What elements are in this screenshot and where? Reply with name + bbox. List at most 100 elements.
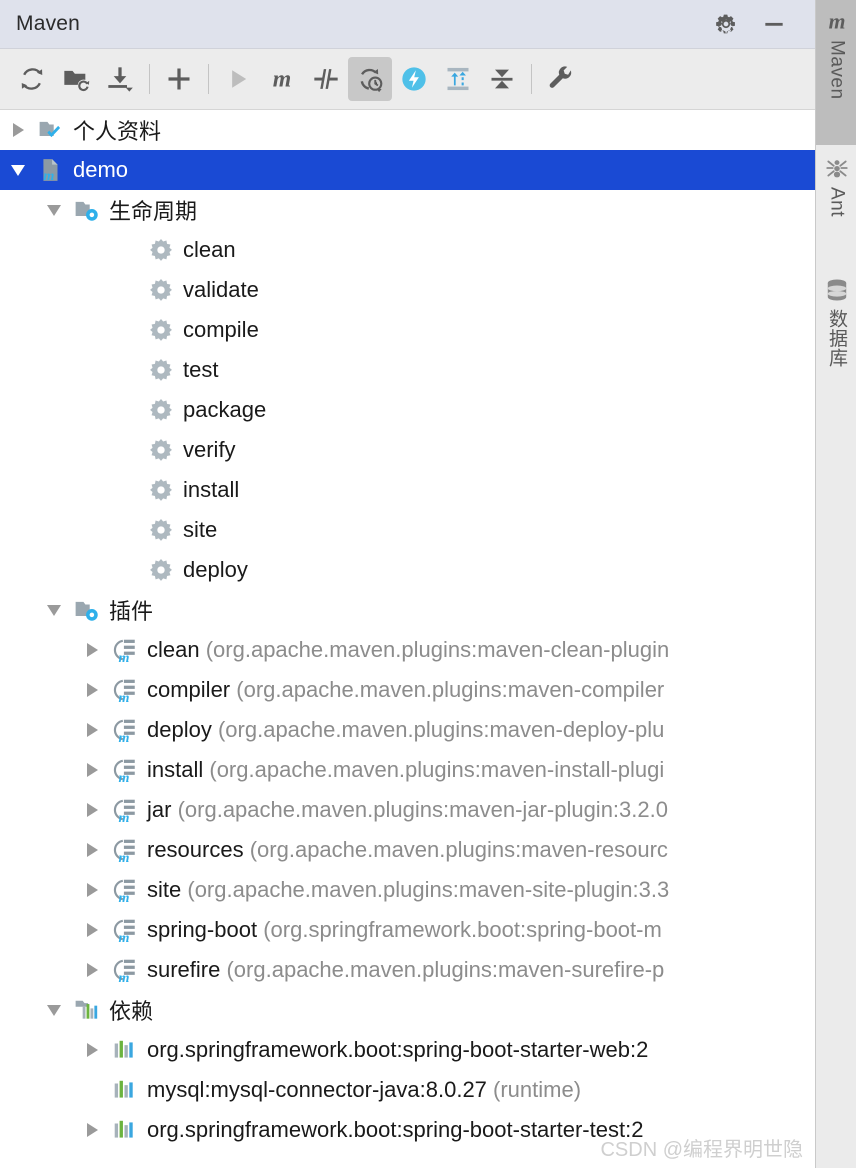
add-maven-project-button[interactable] (157, 57, 201, 101)
tree-node-lifecycle-goal[interactable]: verify (0, 430, 815, 470)
svg-text:m: m (118, 850, 129, 863)
dependency-list: org.springframework.boot:spring-boot-sta… (0, 1030, 815, 1150)
tree-node-label: compile (183, 317, 259, 342)
tree-node-lifecycle-goal[interactable]: site (0, 510, 815, 550)
gear-icon[interactable] (713, 11, 739, 37)
gear-icon (148, 397, 174, 423)
gear-icon (148, 557, 174, 583)
tree-node-lifecycle-goal[interactable]: validate (0, 270, 815, 310)
tree-node-plugin[interactable]: m surefire (org.apache.maven.plugins:mave… (0, 950, 815, 990)
tree-node-lifecycle-goal[interactable]: clean (0, 230, 815, 270)
tree-node-dependency[interactable]: mysql:mysql-connector-java:8.0.27 (runti… (0, 1070, 815, 1110)
tree-node-label: install (org.apache.maven.plugins:maven-… (147, 757, 665, 782)
execute-maven-goal-button[interactable]: m (260, 57, 304, 101)
tree-node-plugin[interactable]: m deploy (org.apache.maven.plugins:maven-… (0, 710, 815, 750)
chevron-right-icon[interactable] (82, 1039, 104, 1061)
tree-node-label: clean (183, 237, 236, 262)
toolbar-separator (208, 64, 209, 94)
tree-node-label: org.springframework.boot:spring-boot-sta… (147, 1117, 644, 1142)
maven-plugin-icon: m (112, 757, 138, 786)
svg-text:m: m (118, 690, 129, 703)
chevron-down-icon[interactable] (44, 599, 66, 621)
chevron-right-icon[interactable] (82, 959, 104, 981)
chevron-right-icon[interactable] (82, 1119, 104, 1141)
database-icon (824, 277, 850, 303)
gear-icon (148, 237, 174, 263)
chevron-right-icon[interactable] (82, 799, 104, 821)
side-tab-label: 数据库 (826, 309, 847, 368)
tree-node-label: surefire (org.apache.maven.plugins:maven… (147, 957, 665, 982)
toggle-skip-tests-mode-button[interactable] (304, 57, 348, 101)
offline-mode-icon (360, 68, 383, 93)
folder-gear-icon (74, 597, 100, 623)
tree-node-plugin[interactable]: m compiler (org.apache.maven.plugins:mave… (0, 670, 815, 710)
svg-text:m: m (118, 730, 129, 743)
collapse-all-button[interactable] (480, 57, 524, 101)
maven-plugin-icon: m (112, 877, 138, 906)
chevron-right-icon[interactable] (82, 639, 104, 661)
tree-node-label: 个人资料 (73, 119, 162, 144)
chevron-right-icon[interactable] (82, 839, 104, 861)
tree-node-plugins[interactable]: 插件 (0, 590, 815, 630)
chevron-right-icon[interactable] (82, 719, 104, 741)
generate-sources-and-update-folders-button[interactable] (54, 57, 98, 101)
tree-node-plugin[interactable]: m install (org.apache.maven.plugins:maven… (0, 750, 815, 790)
reload-all-maven-projects-button[interactable] (10, 57, 54, 101)
tree-node-label: resources (org.apache.maven.plugins:mave… (147, 837, 668, 862)
maven-settings-button[interactable] (539, 57, 583, 101)
side-tab-label: Ant (826, 187, 848, 218)
folder-gear-icon (74, 197, 100, 223)
tree-node-lifecycle-goal[interactable]: compile (0, 310, 815, 350)
download-sources-and-documentation-button[interactable] (98, 57, 142, 101)
tree-node-lifecycle-goal[interactable]: test (0, 350, 815, 390)
toggle-offline-mode-button[interactable] (348, 57, 392, 101)
svg-text:m: m (118, 650, 129, 663)
side-tab-database[interactable]: 数据库 (816, 269, 856, 394)
chevron-right-icon[interactable] (82, 759, 104, 781)
tree-node-lifecycle[interactable]: 生命周期 (0, 190, 815, 230)
tree-node-lifecycle-goal[interactable]: deploy (0, 550, 815, 590)
tree-node-dependencies[interactable]: 依赖 (0, 990, 815, 1030)
svg-text:m: m (118, 810, 129, 823)
tree-node-plugin[interactable]: m spring-boot (org.springframework.boot:s… (0, 910, 815, 950)
tree-node-plugin[interactable]: m resources (org.apache.maven.plugins:mav… (0, 830, 815, 870)
maven-m-icon: m (273, 67, 291, 93)
run-maven-build-button[interactable] (216, 57, 260, 101)
expand-all-button[interactable] (436, 57, 480, 101)
tree-node-plugin[interactable]: m jar (org.apache.maven.plugins:maven-jar… (0, 790, 815, 830)
chevron-down-icon[interactable] (44, 199, 66, 221)
maven-m-icon: m (824, 8, 850, 34)
collapse-all-icon (491, 69, 513, 89)
plugin-list: m clean (org.apache.maven.plugins:maven-c… (0, 630, 815, 990)
tree-node-label: install (183, 477, 240, 502)
chevron-right-icon[interactable] (8, 119, 30, 141)
show-dependencies-button[interactable] (392, 57, 436, 101)
minimize-icon[interactable] (761, 11, 787, 37)
tree-node-plugin[interactable]: m clean (org.apache.maven.plugins:maven-c… (0, 630, 815, 670)
gear-icon (148, 477, 174, 503)
side-tab-ant[interactable]: Ant (816, 147, 856, 267)
chevron-down-icon[interactable] (8, 159, 30, 181)
tree-node-project-demo[interactable]: m demo (0, 150, 815, 190)
maven-plugin-icon: m (112, 837, 138, 866)
chevron-right-icon[interactable] (82, 879, 104, 901)
chevron-right-icon[interactable] (82, 919, 104, 941)
gear-icon (148, 357, 174, 383)
chevron-right-icon[interactable] (82, 679, 104, 701)
tree-node-profiles[interactable]: 个人资料 (0, 110, 815, 150)
side-tab-maven[interactable]: m Maven (816, 0, 856, 145)
toolbar-separator (531, 64, 532, 94)
chevron-down-icon[interactable] (44, 999, 66, 1021)
tree-node-dependency[interactable]: org.springframework.boot:spring-boot-sta… (0, 1030, 815, 1070)
skip-tests-icon (314, 69, 338, 89)
lifecycle-goal-list: clean validate compile test package verify ins… (0, 230, 815, 590)
ant-icon (824, 155, 850, 181)
maven-projects-tree[interactable]: 个人资料 m demo 生命周期 clean validate compile … (0, 110, 815, 1168)
tree-node-lifecycle-goal[interactable]: install (0, 470, 815, 510)
tree-node-dependency[interactable]: org.springframework.boot:spring-boot-sta… (0, 1110, 815, 1150)
right-tool-strip: m Maven Ant 数据库 (815, 0, 856, 1168)
tree-node-lifecycle-goal[interactable]: package (0, 390, 815, 430)
tree-node-plugin[interactable]: m site (org.apache.maven.plugins:maven-si… (0, 870, 815, 910)
tree-node-label: clean (org.apache.maven.plugins:maven-cl… (147, 637, 670, 662)
tree-node-label: compiler (org.apache.maven.plugins:maven… (147, 677, 665, 702)
